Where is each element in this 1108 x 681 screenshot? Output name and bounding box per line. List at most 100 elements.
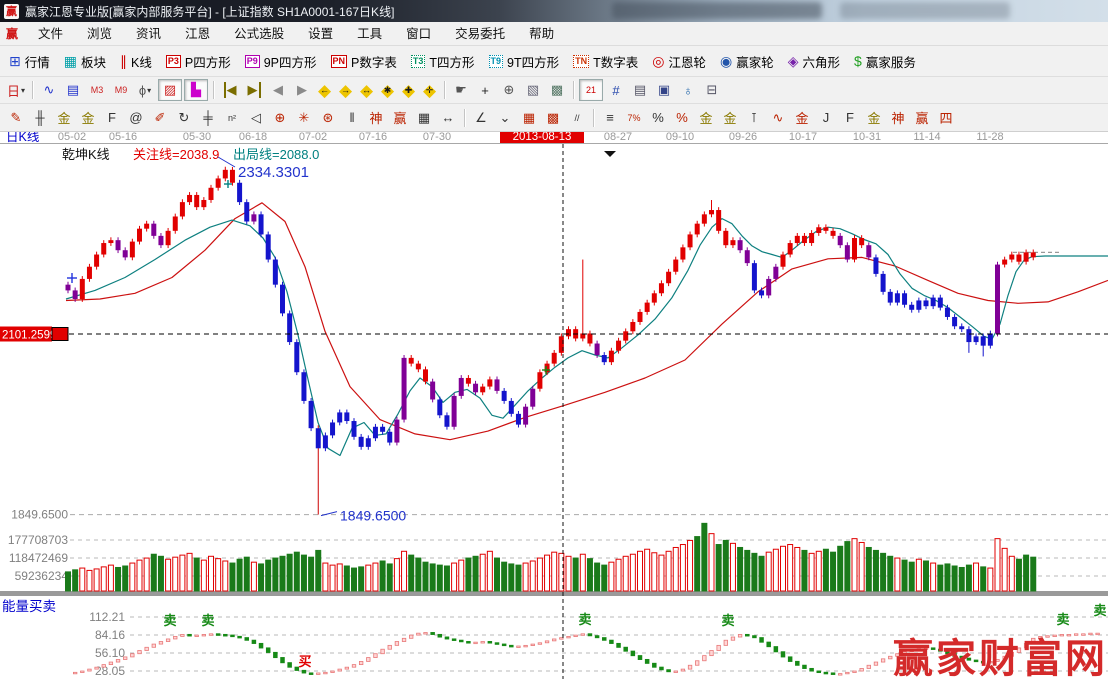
menu-item-9[interactable]: 帮助 — [517, 23, 566, 45]
tool-notes-button[interactable]: ▤ — [629, 80, 651, 100]
draw-spiral-button[interactable]: @ — [125, 108, 147, 128]
draw-grid-123-button[interactable]: ▦ — [413, 108, 435, 128]
toolbar-quotes-button[interactable]: ⊞ 行情 — [2, 49, 57, 73]
toolbar-kline-button[interactable]: ∥ K线 — [113, 49, 159, 73]
tool-print-button[interactable]: ⊟ — [701, 80, 723, 100]
scroll-position-marker[interactable] — [604, 151, 616, 157]
draw-shen-angle-button[interactable]: 神 — [887, 108, 909, 128]
toolbar-t-square-button[interactable]: T3 T四方形 — [404, 49, 482, 73]
tool-chart-9-button[interactable]: M9 — [110, 80, 132, 100]
draw-four-angle-button[interactable]: 四 — [935, 108, 957, 128]
menu-item-1[interactable]: 浏览 — [75, 23, 124, 45]
title-bar[interactable]: 赢 赢家江恩专业版[赢家内部服务平台] - [上证指数 SH1A0001-167… — [0, 0, 1108, 22]
tool-kline-period-button[interactable]: 日 ▾ — [5, 80, 27, 100]
menu-item-8[interactable]: 交易委托 — [443, 23, 517, 45]
toolbar-p-square-button[interactable]: P3 P四方形 — [159, 49, 238, 73]
tool-nav-prev-button[interactable]: ◀ — [267, 80, 289, 100]
tool-zoom-right-button[interactable]: ◆ → — [336, 81, 355, 100]
tool-wave-pattern-button[interactable]: ▨ — [158, 79, 182, 101]
draw-zigzag-button[interactable]: ⌄ — [494, 108, 516, 128]
tool-save-button[interactable]: ▣ — [653, 80, 675, 100]
draw-box-web-button[interactable]: ⊛ — [317, 108, 339, 128]
draw-pen-ruler-button[interactable]: ✐ — [149, 108, 171, 128]
menu-item-5[interactable]: 设置 — [296, 23, 345, 45]
draw-ruler-2-button[interactable]: ╪ — [197, 108, 219, 128]
tool-pan-hand-button[interactable]: ☛ — [450, 80, 472, 100]
draw-star-web-button[interactable]: ✳ — [293, 108, 315, 128]
menu-item-3[interactable]: 江恩 — [173, 23, 222, 45]
draw-grid-box-button[interactable]: ▩ — [542, 108, 564, 128]
menu-item-0[interactable]: 文件 — [26, 23, 75, 45]
menu-item-7[interactable]: 窗口 — [394, 23, 443, 45]
draw-f-ruler-button[interactable]: F — [101, 108, 123, 128]
draw-ying-angle-button[interactable]: 赢 — [911, 108, 933, 128]
draw-ink-tool-button[interactable]: ⊺ — [743, 108, 765, 128]
toolbar-winner-wheel-button[interactable]: ◉ 赢家轮 — [713, 49, 781, 73]
draw-gold-gauge-2-button[interactable]: 金 — [77, 108, 99, 128]
draw-grid-red-button[interactable]: ▦ — [518, 108, 540, 128]
draw-scale-ruler-button[interactable]: ≡ — [599, 108, 621, 128]
draw-gold-angle-2-button[interactable]: 金 — [863, 108, 885, 128]
menu-item-6[interactable]: 工具 — [345, 23, 394, 45]
toolbar-p-number-button[interactable]: PN P数字表 — [324, 49, 404, 73]
svg-text:05-02: 05-02 — [58, 131, 86, 143]
draw-ruler-grid-button[interactable]: ╫ — [29, 108, 51, 128]
toolbar-hexagon-button[interactable]: ◈ 六角形 — [781, 49, 847, 73]
draw-fan-line-button[interactable]: ∠ — [470, 108, 492, 128]
tool-trend-sketch-button[interactable]: ∿ — [38, 80, 60, 100]
draw-shen-tool-button[interactable]: 神 — [365, 108, 387, 128]
draw-h-measure-button[interactable]: ↔ — [437, 108, 459, 128]
draw-draw-pen-button[interactable]: ✎ — [5, 108, 27, 128]
tool-expand-horizontal-button[interactable]: ◆ ↔ — [357, 81, 376, 100]
toolbar-gann-wheel-button[interactable]: ◎ 江恩轮 — [645, 49, 713, 73]
draw-gold-circle-button[interactable]: 金 — [695, 108, 717, 128]
draw-cycle-circle-button[interactable]: ↻ — [173, 108, 195, 128]
draw-gold-gauge-1-button[interactable]: 金 — [53, 108, 75, 128]
draw-angle-flag-button[interactable]: ◁ — [245, 108, 267, 128]
toolbar-sectors-button[interactable]: ▦ 板块 — [57, 49, 113, 73]
tool-price-distribution-button[interactable]: ▙ — [184, 79, 208, 101]
tool-expand-vertical-button[interactable]: ◆ ✚ — [399, 81, 418, 100]
toolbar-9t-square-button[interactable]: T9 9T四方形 — [482, 49, 567, 73]
draw-pct-down-button[interactable]: 7% — [623, 108, 645, 128]
draw-pct-button[interactable]: % — [647, 108, 669, 128]
tool-zoom-area-button[interactable]: ⊕ — [498, 80, 520, 100]
tool-chart-3-button[interactable]: M3 — [86, 80, 108, 100]
tool-nav-first-button[interactable]: ◀ — [219, 80, 241, 100]
pattern-a-icon: ▧ — [526, 82, 540, 97]
svg-text:卖: 卖 — [721, 613, 734, 628]
tool-nav-last-button[interactable]: ▶ — [243, 80, 265, 100]
pane-divider[interactable] — [0, 591, 1108, 596]
toolbar-t-number-button[interactable]: TN T数字表 — [566, 49, 645, 73]
draw-n-square-button[interactable]: n² — [221, 108, 243, 128]
toolbar-9p-square-button[interactable]: P9 9P四方形 — [238, 49, 324, 73]
draw-gold-angle-button[interactable]: 金 — [791, 108, 813, 128]
draw-gold-line-button[interactable]: 金 — [719, 108, 741, 128]
tool-network-button[interactable]: ♁ — [677, 80, 699, 100]
draw-target-circle-button[interactable]: ⊕ — [269, 108, 291, 128]
svg-text:09-10: 09-10 — [666, 131, 694, 143]
draw-parallel-lines-button[interactable]: // — [566, 108, 588, 128]
draw-double-tick-button[interactable]: ǁ — [341, 108, 363, 128]
tool-pattern-a-button[interactable]: ▧ — [522, 80, 544, 100]
tool-info-panel-button[interactable]: ▤ — [62, 80, 84, 100]
tool-calendar-button[interactable]: 21 — [579, 79, 603, 101]
tool-zoom-left-button[interactable]: ◆ ← — [315, 81, 334, 100]
tool-shrink-horizontal-button[interactable]: ◆ ✱ — [378, 81, 397, 100]
draw-ying-tool-button[interactable]: 赢 — [389, 108, 411, 128]
menu-item-2[interactable]: 资讯 — [124, 23, 173, 45]
menu-item-4[interactable]: 公式选股 — [222, 23, 296, 45]
draw-wave-fit-button[interactable]: ∿ — [767, 108, 789, 128]
tool-calculator-button[interactable]: # — [605, 80, 627, 100]
tool-expand-all-button[interactable]: ◆ ✛ — [420, 81, 439, 100]
toolbar-winner-service-button[interactable]: $ 赢家服务 — [847, 49, 923, 73]
cycle-circle-icon: ↻ — [178, 109, 190, 125]
tool-measure-rod-button[interactable]: ϕ ▾ — [134, 80, 156, 100]
t-square-icon: T3 — [410, 54, 426, 68]
draw-f-angle-button[interactable]: F — [839, 108, 861, 128]
draw-pct-line-button[interactable]: % — [671, 108, 693, 128]
tool-nav-next-button[interactable]: ▶ — [291, 80, 313, 100]
draw-j-angle-button[interactable]: J — [815, 108, 837, 128]
tool-crosshair-button[interactable]: + — [474, 80, 496, 100]
tool-pattern-b-button[interactable]: ▩ — [546, 80, 568, 100]
